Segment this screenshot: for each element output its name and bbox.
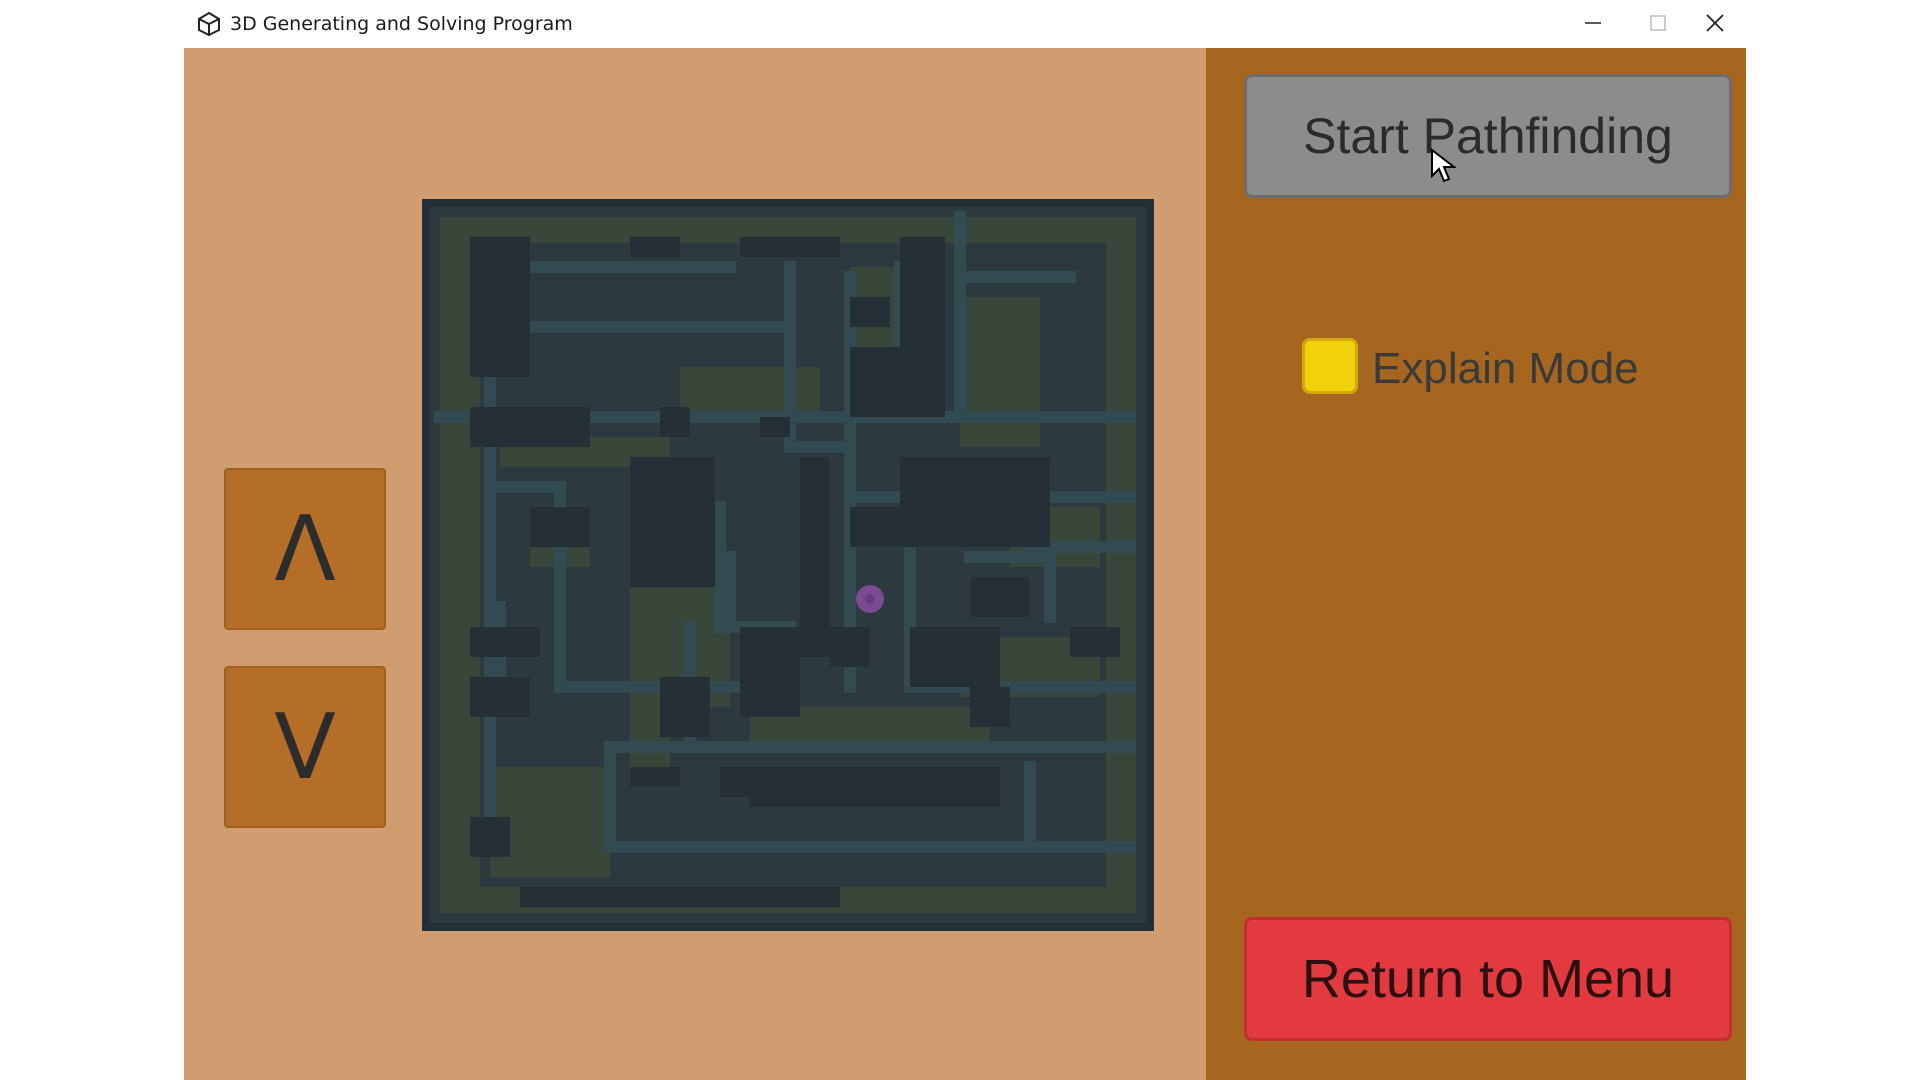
- start-pathfinding-button[interactable]: Start Pathfinding: [1244, 74, 1732, 198]
- maximize-button[interactable]: [1629, 0, 1687, 46]
- level-up-button[interactable]: Λ: [224, 468, 386, 630]
- level-down-button[interactable]: V: [224, 666, 386, 828]
- minimize-button[interactable]: [1564, 0, 1622, 46]
- title-bar[interactable]: 3D Generating and Solving Program: [184, 0, 1746, 48]
- unity-logo-icon: [196, 11, 222, 37]
- mouse-cursor-icon: [1431, 148, 1456, 183]
- maze-graphic: [430, 207, 1146, 923]
- maximize-icon: [1650, 15, 1666, 31]
- close-icon: [1706, 14, 1724, 32]
- explain-mode-label: Explain Mode: [1372, 344, 1639, 393]
- minimize-icon: [1585, 22, 1601, 24]
- close-button[interactable]: [1686, 0, 1744, 46]
- window-title: 3D Generating and Solving Program: [230, 13, 573, 35]
- maze-view[interactable]: [422, 199, 1154, 931]
- maze-panel: Λ V: [184, 48, 1206, 1080]
- explain-mode-checkbox[interactable]: [1302, 338, 1358, 394]
- return-to-menu-button[interactable]: Return to Menu: [1244, 917, 1732, 1041]
